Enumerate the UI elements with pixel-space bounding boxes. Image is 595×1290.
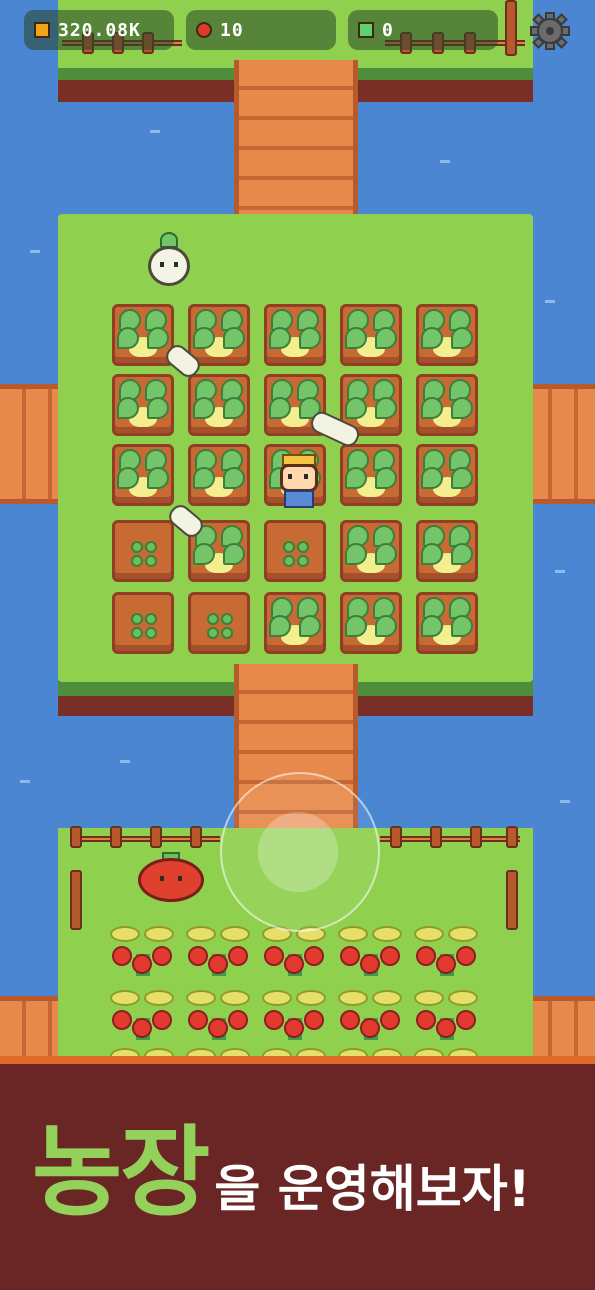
fence-post [505, 0, 517, 56]
radish-plot[interactable] [112, 444, 174, 506]
fence-post [70, 870, 82, 930]
sprout-plot[interactable] [264, 520, 326, 582]
radish-plot[interactable] [112, 304, 174, 366]
tomato-plant[interactable] [184, 988, 254, 1046]
radish-plot[interactable] [416, 374, 478, 436]
banner-title-highlight: 농장 [32, 1116, 210, 1230]
bridge-east[interactable] [526, 384, 595, 504]
tomato-plant[interactable] [260, 988, 330, 1046]
tomato-plant[interactable] [184, 924, 254, 982]
player-character[interactable] [274, 454, 326, 510]
bridge-north[interactable] [234, 60, 358, 230]
fence-post [470, 826, 482, 848]
tomato-npc[interactable] [138, 852, 204, 904]
tomato-plant[interactable] [336, 924, 406, 982]
tomato-amount: 10 [220, 19, 244, 41]
radish-plot[interactable] [188, 374, 250, 436]
radish-plot[interactable] [340, 520, 402, 582]
tomato-plant[interactable] [108, 924, 178, 982]
joystick-knob[interactable] [258, 812, 338, 892]
fence-post [150, 826, 162, 848]
radish-plot[interactable] [340, 444, 402, 506]
gold-counter: 320.08K [24, 10, 174, 50]
tomato-counter: 10 [186, 10, 336, 50]
fence-post [190, 826, 202, 848]
tomato-plant[interactable] [108, 988, 178, 1046]
radish-plot[interactable] [416, 520, 478, 582]
radish-plot[interactable] [112, 374, 174, 436]
turnip-npc[interactable] [146, 232, 192, 290]
banner-title-rest: 을 운영해보자! [214, 1160, 531, 1218]
fence-post [110, 826, 122, 848]
gear-icon [530, 12, 570, 50]
sprout-plot[interactable] [112, 520, 174, 582]
banner-headline: 농장 을 운영해보자! [32, 1124, 531, 1222]
fence-post [506, 826, 518, 848]
radish-plot[interactable] [416, 444, 478, 506]
radish-plot[interactable] [416, 304, 478, 366]
fence-post [390, 826, 402, 848]
gem-amount: 0 [382, 19, 394, 41]
radish-plot[interactable] [264, 304, 326, 366]
fence-post [506, 870, 518, 930]
sprout-plot[interactable] [188, 592, 250, 654]
fence-post [430, 826, 442, 848]
settings-button[interactable] [530, 12, 570, 50]
green-gem-icon [358, 22, 374, 38]
tomato-plant[interactable] [260, 924, 330, 982]
radish-plot[interactable] [264, 592, 326, 654]
radish-plot[interactable] [340, 592, 402, 654]
tomato-icon [196, 22, 212, 38]
sprout-plot[interactable] [112, 592, 174, 654]
promo-banner: 농장 을 운영해보자! [0, 1056, 595, 1290]
bridge-east-lower[interactable] [526, 996, 595, 1062]
tomato-plant[interactable] [412, 988, 482, 1046]
gem-counter: 0 [348, 10, 498, 50]
radish-plot[interactable] [188, 304, 250, 366]
radish-plot[interactable] [416, 592, 478, 654]
radish-plot[interactable] [188, 444, 250, 506]
tomato-plant[interactable] [336, 988, 406, 1046]
fence-post [70, 826, 82, 848]
tomato-plant[interactable] [412, 924, 482, 982]
gold-coin-icon [34, 22, 50, 38]
gold-amount: 320.08K [58, 19, 141, 41]
radish-plot[interactable] [340, 304, 402, 366]
